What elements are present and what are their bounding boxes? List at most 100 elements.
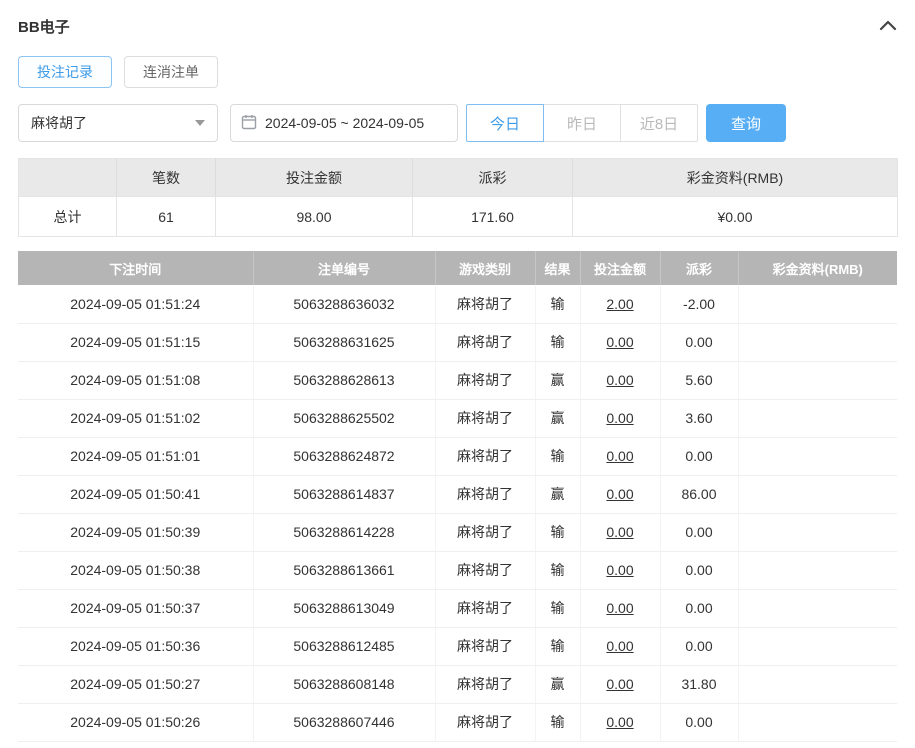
cell-game-type: 麻将胡了 xyxy=(435,437,536,476)
cell-game-type: 麻将胡了 xyxy=(435,361,536,400)
game-select[interactable]: 麻将胡了 xyxy=(18,104,218,142)
today-button[interactable]: 今日 xyxy=(466,104,544,142)
cell-order-id: 5063288608148 xyxy=(253,665,436,704)
filter-bar: 麻将胡了 2024-09-05 ~ 2024-09-05 今日 昨日 近8日 查… xyxy=(18,104,897,142)
cell-result: 赢 xyxy=(535,665,581,704)
table-row: 2024-09-05 01:50:38 5063288613661 麻将胡了输 0.0… xyxy=(18,551,897,590)
summary-header-payout: 派彩 xyxy=(412,158,573,197)
cell-bonus xyxy=(738,361,897,400)
table-row: 2024-09-05 01:50:41 5063288614837 麻将胡了赢 0.0… xyxy=(18,475,897,514)
cell-order-id: 5063288612485 xyxy=(253,627,436,666)
cell-game-type: 麻将胡了 xyxy=(435,703,536,742)
collapse-button[interactable] xyxy=(879,18,897,34)
summary-total-bonus: ¥0.00 xyxy=(572,196,898,237)
game-select-value: 麻将胡了 xyxy=(31,115,87,131)
summary-header-bonus: 彩金资料(RMB) xyxy=(572,158,898,197)
bet-amount-link[interactable]: 0.00 xyxy=(580,589,661,628)
cell-bonus xyxy=(738,285,897,324)
bet-amount-link[interactable]: 2.00 xyxy=(580,285,661,324)
bet-amount-link[interactable]: 0.00 xyxy=(580,551,661,590)
search-button[interactable]: 查询 xyxy=(706,104,786,142)
cell-bet-time: 2024-09-05 01:50:36 xyxy=(18,627,254,666)
cell-order-id: 5063288625502 xyxy=(253,399,436,438)
cell-game-type: 麻将胡了 xyxy=(435,285,536,324)
cell-bonus xyxy=(738,665,897,704)
tab-bet-records[interactable]: 投注记录 xyxy=(18,56,112,88)
cell-order-id: 5063288636032 xyxy=(253,285,436,324)
panel-header: BB电子 xyxy=(18,10,897,42)
cell-bonus xyxy=(738,399,897,438)
cell-bet-time: 2024-09-05 01:51:15 xyxy=(18,323,254,362)
table-row: 2024-09-05 01:51:02 5063288625502 麻将胡了赢 0.0… xyxy=(18,399,897,438)
cell-order-id: 5063288614837 xyxy=(253,475,436,514)
table-row: 2024-09-05 01:51:01 5063288624872 麻将胡了输 0.0… xyxy=(18,437,897,476)
bet-amount-link[interactable]: 0.00 xyxy=(580,513,661,552)
yesterday-button[interactable]: 昨日 xyxy=(543,104,621,142)
table-row: 2024-09-05 01:51:24 5063288636032 麻将胡了输 2.0… xyxy=(18,285,897,324)
bet-amount-link[interactable]: 0.00 xyxy=(580,703,661,742)
header-bonus: 彩金资料(RMB) xyxy=(738,251,897,285)
bet-amount-link[interactable]: 0.00 xyxy=(580,665,661,704)
bet-amount-link[interactable]: 0.00 xyxy=(580,627,661,666)
cell-bet-time: 2024-09-05 01:50:38 xyxy=(18,551,254,590)
summary-total-row: 总计 61 98.00 171.60 ¥0.00 xyxy=(18,196,898,237)
cell-payout: 31.80 xyxy=(660,665,739,704)
table-row: 2024-09-05 01:50:36 5063288612485 麻将胡了输 0.0… xyxy=(18,627,897,666)
cell-order-id: 5063288624872 xyxy=(253,437,436,476)
last8days-button[interactable]: 近8日 xyxy=(620,104,698,142)
date-range-input[interactable]: 2024-09-05 ~ 2024-09-05 xyxy=(230,104,458,142)
cell-bonus xyxy=(738,551,897,590)
bet-table-header-row: 下注时间 注单编号 游戏类别 结果 投注金额 派彩 彩金资料(RMB) xyxy=(18,251,897,285)
cell-order-id: 5063288613049 xyxy=(253,589,436,628)
summary-header-row: 笔数 投注金额 派彩 彩金资料(RMB) xyxy=(18,158,898,197)
cell-result: 输 xyxy=(535,437,581,476)
table-row: 2024-09-05 01:50:39 5063288614228 麻将胡了输 0.0… xyxy=(18,513,897,552)
cell-order-id: 5063288607446 xyxy=(253,703,436,742)
cell-result: 输 xyxy=(535,627,581,666)
cell-bet-time: 2024-09-05 01:51:01 xyxy=(18,437,254,476)
cell-result: 输 xyxy=(535,513,581,552)
cell-payout: 0.00 xyxy=(660,703,739,742)
cell-result: 赢 xyxy=(535,399,581,438)
cell-payout: 0.00 xyxy=(660,323,739,362)
cell-bet-time: 2024-09-05 01:51:08 xyxy=(18,361,254,400)
summary-header-count: 笔数 xyxy=(116,158,216,197)
cell-bet-time: 2024-09-05 01:50:37 xyxy=(18,589,254,628)
bet-amount-link[interactable]: 0.00 xyxy=(580,323,661,362)
bet-amount-link[interactable]: 0.00 xyxy=(580,361,661,400)
bet-amount-link[interactable]: 0.00 xyxy=(580,475,661,514)
cell-bet-time: 2024-09-05 01:50:41 xyxy=(18,475,254,514)
cell-bonus xyxy=(738,437,897,476)
cell-bet-time: 2024-09-05 01:50:39 xyxy=(18,513,254,552)
bet-table: 下注时间 注单编号 游戏类别 结果 投注金额 派彩 彩金资料(RMB) 2024… xyxy=(18,251,897,742)
tab-cancelled-orders[interactable]: 连消注单 xyxy=(124,56,218,88)
panel-title: BB电子 xyxy=(18,18,70,36)
bet-amount-link[interactable]: 0.00 xyxy=(580,437,661,476)
summary-total-bet: 98.00 xyxy=(215,196,413,237)
header-payout: 派彩 xyxy=(660,251,739,285)
header-result: 结果 xyxy=(535,251,581,285)
cell-payout: 0.00 xyxy=(660,627,739,666)
cell-bet-time: 2024-09-05 01:51:02 xyxy=(18,399,254,438)
cell-bonus xyxy=(738,703,897,742)
summary-total-label: 总计 xyxy=(18,196,117,237)
cell-order-id: 5063288614228 xyxy=(253,513,436,552)
summary-header-bet: 投注金额 xyxy=(215,158,413,197)
cell-order-id: 5063288613661 xyxy=(253,551,436,590)
cell-result: 输 xyxy=(535,589,581,628)
bet-table-body: 2024-09-05 01:51:24 5063288636032 麻将胡了输 2.0… xyxy=(18,285,897,742)
summary-total-payout: 171.60 xyxy=(412,196,573,237)
summary-header-blank xyxy=(18,158,117,197)
cell-bonus xyxy=(738,323,897,362)
cell-game-type: 麻将胡了 xyxy=(435,665,536,704)
chevron-up-icon xyxy=(879,18,897,34)
cell-result: 输 xyxy=(535,551,581,590)
bet-amount-link[interactable]: 0.00 xyxy=(580,399,661,438)
cell-result: 输 xyxy=(535,285,581,324)
table-row: 2024-09-05 01:51:15 5063288631625 麻将胡了输 0.0… xyxy=(18,323,897,362)
calendar-icon xyxy=(241,114,265,133)
cell-bonus xyxy=(738,627,897,666)
cell-bet-time: 2024-09-05 01:50:27 xyxy=(18,665,254,704)
cell-game-type: 麻将胡了 xyxy=(435,513,536,552)
cell-payout: 86.00 xyxy=(660,475,739,514)
